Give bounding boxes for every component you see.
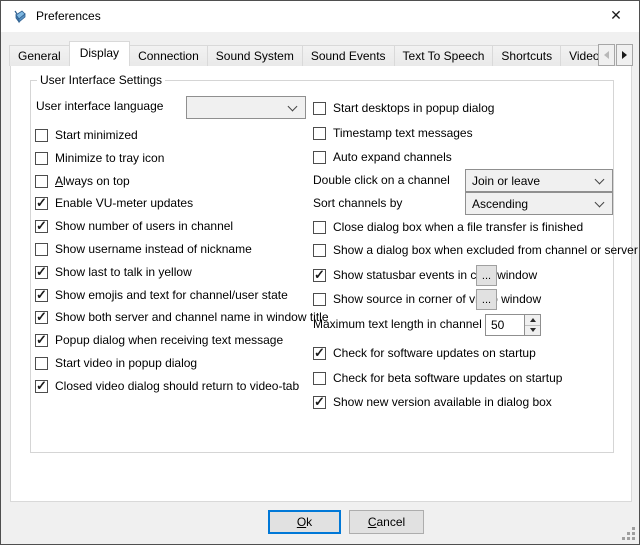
checkbox: ✓ bbox=[313, 244, 326, 257]
checkbox-always-on-top[interactable]: ✓ Always on top bbox=[35, 171, 130, 191]
sort-channels-row: Sort channels by bbox=[313, 193, 402, 213]
checkbox-start-minimized[interactable]: ✓ Start minimized bbox=[35, 125, 138, 145]
check-icon: ✓ bbox=[36, 332, 47, 347]
language-select[interactable] bbox=[186, 96, 306, 119]
close-button[interactable]: ✕ bbox=[603, 4, 629, 28]
max-text-length-spinner[interactable]: 50 bbox=[485, 314, 541, 336]
check-icon: ✓ bbox=[314, 345, 325, 360]
checkbox-minimize-to-tray[interactable]: ✓ Minimize to tray icon bbox=[35, 148, 164, 168]
checkbox-show-username[interactable]: ✓ Show username instead of nickname bbox=[35, 239, 252, 259]
checkbox: ✓ bbox=[35, 357, 48, 370]
tab-scroll-buttons bbox=[597, 44, 633, 66]
checkbox-show-number-of-users[interactable]: ✓ Show number of users in channel bbox=[35, 216, 233, 236]
checkbox: ✓ bbox=[313, 396, 326, 409]
checkbox: ✓ bbox=[35, 334, 48, 347]
checkbox-start-video-popup[interactable]: ✓ Start video in popup dialog bbox=[35, 353, 197, 373]
checkbox: ✓ bbox=[313, 221, 326, 234]
sort-channels-label: Sort channels by bbox=[313, 193, 402, 213]
tab-sound-system[interactable]: Sound System bbox=[207, 45, 303, 66]
spin-up-button[interactable] bbox=[525, 315, 540, 326]
checkbox-show-new-version[interactable]: ✓ Show new version available in dialog b… bbox=[313, 392, 552, 412]
check-icon: ✓ bbox=[36, 378, 47, 393]
checkbox-video-source[interactable]: ✓ Show source in corner of video window bbox=[313, 289, 541, 309]
language-label: User interface language bbox=[36, 96, 163, 116]
double-click-select[interactable]: Join or leave bbox=[465, 169, 613, 192]
title-bar[interactable]: Preferences ✕ bbox=[1, 1, 639, 32]
checkbox: ✓ bbox=[35, 311, 48, 324]
video-source-more-button[interactable]: ... bbox=[476, 289, 497, 310]
checkbox: ✓ bbox=[35, 380, 48, 393]
tab-scroll-right-button[interactable] bbox=[616, 44, 633, 66]
checkbox-show-dialog-excluded[interactable]: ✓ Show a dialog box when excluded from c… bbox=[313, 240, 638, 260]
checkbox-statusbar-events[interactable]: ✓ Show statusbar events in chat-window bbox=[313, 265, 537, 285]
double-click-label: Double click on a channel bbox=[313, 170, 450, 190]
tab-shortcuts[interactable]: Shortcuts bbox=[492, 45, 561, 66]
tab-content-pane: User Interface Settings User interface l… bbox=[10, 65, 632, 502]
arrow-right-icon bbox=[622, 51, 627, 59]
sort-channels-select[interactable]: Ascending bbox=[465, 192, 613, 215]
chevron-down-icon bbox=[288, 101, 298, 111]
cancel-button[interactable]: Cancel bbox=[349, 510, 424, 534]
checkbox-popup-dialog-text-message[interactable]: ✓ Popup dialog when receiving text messa… bbox=[35, 330, 283, 350]
checkbox: ✓ bbox=[313, 372, 326, 385]
checkbox-check-beta-updates[interactable]: ✓ Check for beta software updates on sta… bbox=[313, 368, 562, 388]
check-icon: ✓ bbox=[36, 218, 47, 233]
arrow-left-icon bbox=[604, 51, 609, 59]
checkbox: ✓ bbox=[35, 220, 48, 233]
tab-general[interactable]: General bbox=[9, 45, 70, 66]
checkbox: ✓ bbox=[313, 293, 326, 306]
checkbox: ✓ bbox=[313, 127, 326, 140]
checkbox: ✓ bbox=[313, 269, 326, 282]
check-icon: ✓ bbox=[314, 267, 325, 282]
group-title: User Interface Settings bbox=[37, 73, 165, 87]
chevron-down-icon bbox=[595, 174, 605, 184]
max-text-length-row: Maximum text length in channel list bbox=[313, 314, 500, 334]
checkbox: ✓ bbox=[313, 347, 326, 360]
window-title: Preferences bbox=[36, 1, 101, 32]
checkbox-enable-vu-meter[interactable]: ✓ Enable VU-meter updates bbox=[35, 193, 193, 213]
check-icon: ✓ bbox=[36, 287, 47, 302]
check-icon: ✓ bbox=[314, 394, 325, 409]
tab-display[interactable]: Display bbox=[69, 41, 130, 66]
checkbox-closed-video-return[interactable]: ✓ Closed video dialog should return to v… bbox=[35, 376, 299, 396]
check-icon: ✓ bbox=[36, 195, 47, 210]
checkbox: ✓ bbox=[35, 197, 48, 210]
checkbox: ✓ bbox=[35, 152, 48, 165]
checkbox: ✓ bbox=[35, 289, 48, 302]
tab-bar: General Display Connection Sound System … bbox=[9, 41, 633, 66]
tab-sound-events[interactable]: Sound Events bbox=[302, 45, 395, 66]
check-icon: ✓ bbox=[36, 309, 47, 324]
checkbox-check-updates[interactable]: ✓ Check for software updates on startup bbox=[313, 343, 536, 363]
chevron-down-icon bbox=[595, 197, 605, 207]
checkbox-close-dialog-file-transfer[interactable]: ✓ Close dialog box when a file transfer … bbox=[313, 217, 583, 237]
preferences-window: Preferences ✕ User Interface Settings Us… bbox=[0, 0, 640, 545]
double-click-row: Double click on a channel bbox=[313, 170, 450, 190]
checkbox: ✓ bbox=[35, 175, 48, 188]
checkbox-show-server-channel-name[interactable]: ✓ Show both server and channel name in w… bbox=[35, 307, 329, 327]
checkbox-show-emojis[interactable]: ✓ Show emojis and text for channel/user … bbox=[35, 285, 288, 305]
arrow-up-icon bbox=[530, 318, 536, 322]
tab-text-to-speech[interactable]: Text To Speech bbox=[394, 45, 494, 66]
checkbox-auto-expand-channels[interactable]: ✓ Auto expand channels bbox=[313, 147, 452, 167]
max-text-length-label: Maximum text length in channel list bbox=[313, 314, 500, 334]
resize-grip[interactable] bbox=[621, 526, 635, 540]
checkbox: ✓ bbox=[313, 151, 326, 164]
checkbox: ✓ bbox=[35, 266, 48, 279]
tab-connection[interactable]: Connection bbox=[129, 45, 208, 66]
checkbox: ✓ bbox=[35, 243, 48, 256]
app-icon bbox=[12, 9, 28, 25]
checkbox: ✓ bbox=[35, 129, 48, 142]
checkbox: ✓ bbox=[313, 102, 326, 115]
check-icon: ✓ bbox=[36, 264, 47, 279]
checkbox-start-desktops-popup[interactable]: ✓ Start desktops in popup dialog bbox=[313, 98, 494, 118]
tab-scroll-left-button[interactable] bbox=[598, 44, 615, 66]
close-icon: ✕ bbox=[610, 8, 622, 24]
checkbox-timestamp-messages[interactable]: ✓ Timestamp text messages bbox=[313, 123, 473, 143]
ok-button[interactable]: Ok bbox=[268, 510, 341, 534]
user-interface-settings-group: User Interface Settings User interface l… bbox=[30, 80, 614, 453]
arrow-down-icon bbox=[530, 328, 536, 332]
checkbox-show-last-to-talk[interactable]: ✓ Show last to talk in yellow bbox=[35, 262, 192, 282]
statusbar-events-more-button[interactable]: ... bbox=[476, 265, 497, 286]
spin-down-button[interactable] bbox=[525, 326, 540, 336]
